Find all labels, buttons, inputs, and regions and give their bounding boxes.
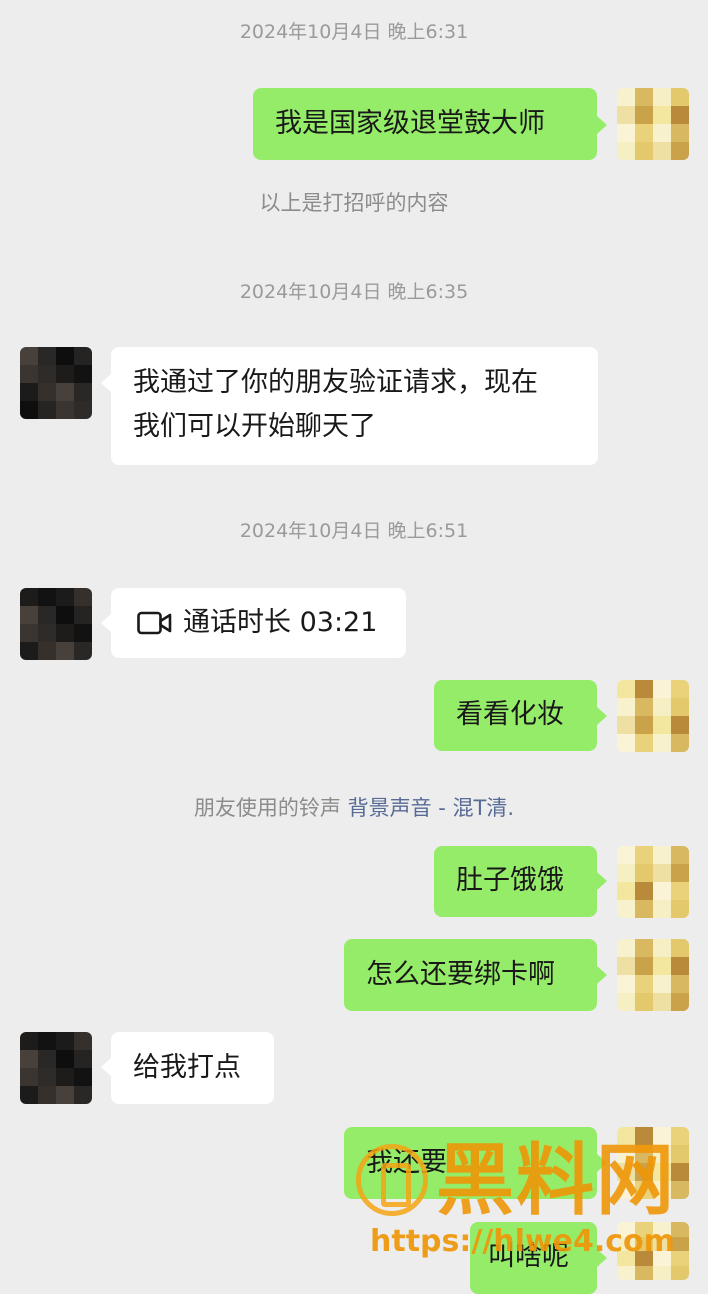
my-message-bubble[interactable]: 怎么还要绑卡啊 xyxy=(344,939,597,1011)
contact-avatar[interactable] xyxy=(20,347,92,419)
my-message-bubble[interactable]: 肚子饿饿 xyxy=(434,846,597,917)
message-text-line: 我通过了你的朋友验证请求，现在 xyxy=(133,367,538,398)
bubble-tail xyxy=(101,1058,111,1076)
timestamp: 2024年10月4日 晚上6:51 xyxy=(239,520,469,542)
bubble-tail xyxy=(597,116,607,134)
timestamp: 2024年10月4日 晚上6:31 xyxy=(239,21,469,43)
bubble-tail xyxy=(597,1154,607,1172)
bubble-tail xyxy=(597,966,607,984)
my-avatar[interactable] xyxy=(617,846,689,918)
video-call-record[interactable]: 通话时长 03:21 xyxy=(111,588,406,658)
message-text-line: 我们可以开始聊天了 xyxy=(133,411,376,442)
greeting-note: 以上是打招呼的内容 xyxy=(259,191,449,215)
ringtone-notice: 朋友使用的铃声 背景声音 - 混T清. xyxy=(0,795,708,821)
ringtone-prefix: 朋友使用的铃声 xyxy=(193,796,341,820)
message-text: 我还要 xyxy=(366,1147,447,1178)
bubble-tail xyxy=(101,374,111,392)
message-text: 肚子饿饿 xyxy=(456,865,564,896)
my-message-bubble[interactable]: 我还要 xyxy=(344,1127,597,1199)
message-text: 看看化妆 xyxy=(456,699,564,730)
message-text: 怎么还要绑卡啊 xyxy=(366,959,555,990)
my-avatar[interactable] xyxy=(617,88,689,160)
my-avatar[interactable] xyxy=(617,939,689,1011)
message-text: 叫啥呢 xyxy=(488,1241,569,1272)
contact-avatar[interactable] xyxy=(20,1032,92,1104)
my-message-bubble[interactable]: 叫啥呢 xyxy=(470,1222,597,1294)
video-camera-icon xyxy=(137,611,172,635)
their-message-bubble[interactable]: 我通过了你的朋友验证请求，现在 我们可以开始聊天了 xyxy=(111,347,598,465)
bubble-tail xyxy=(597,1249,607,1267)
contact-avatar[interactable] xyxy=(20,588,92,660)
my-avatar[interactable] xyxy=(617,680,689,752)
my-message-bubble[interactable]: 看看化妆 xyxy=(434,680,597,751)
ringtone-song-link[interactable]: 背景声音 - 混T清. xyxy=(348,796,514,820)
bubble-tail xyxy=(597,872,607,890)
my-avatar[interactable] xyxy=(617,1127,689,1199)
message-text: 给我打点 xyxy=(133,1052,241,1083)
my-message-bubble[interactable]: 我是国家级退堂鼓大师 xyxy=(253,88,597,160)
bubble-tail xyxy=(101,614,111,632)
my-avatar[interactable] xyxy=(617,1222,689,1280)
their-message-bubble[interactable]: 给我打点 xyxy=(111,1032,274,1104)
call-duration: 通话时长 03:21 xyxy=(183,607,378,638)
bubble-tail xyxy=(597,707,607,725)
timestamp: 2024年10月4日 晚上6:35 xyxy=(239,281,469,303)
message-text: 我是国家级退堂鼓大师 xyxy=(275,108,545,139)
